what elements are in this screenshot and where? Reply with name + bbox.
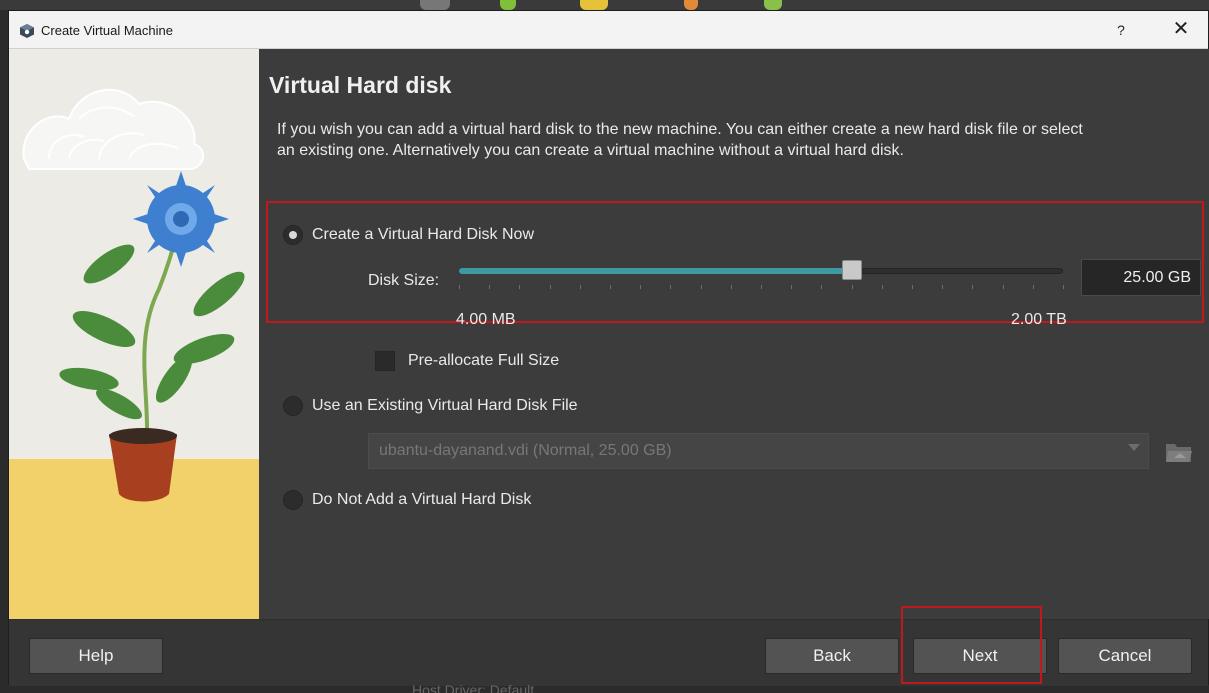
disk-size-label: Disk Size:: [368, 272, 440, 289]
page-description: If you wish you can add a virtual hard d…: [277, 121, 1083, 159]
disk-size-input[interactable]: 25.00 GB: [1081, 259, 1201, 296]
chevron-down-icon: [1128, 444, 1140, 451]
cancel-button[interactable]: Cancel: [1058, 638, 1192, 674]
slider-tick: [791, 285, 792, 289]
slider-tick: [459, 285, 460, 289]
slider-tick: [610, 285, 611, 289]
slider-tick: [972, 285, 973, 289]
slider-tick: [761, 285, 762, 289]
wizard-illustration: [9, 49, 259, 619]
slider-tick: [489, 285, 490, 289]
page-title: Virtual Hard disk: [269, 72, 452, 98]
slider-tick: [640, 285, 641, 289]
radio-no-disk[interactable]: [283, 490, 303, 510]
radio-use-existing-disk[interactable]: [283, 396, 303, 416]
slider-tick: [942, 285, 943, 289]
virtualbox-icon: [20, 24, 34, 38]
label-create-disk-now[interactable]: Create a Virtual Hard Disk Now: [312, 226, 534, 244]
slider-tick: [519, 285, 520, 289]
slider-tick: [550, 285, 551, 289]
slider-tick: [580, 285, 581, 289]
disk-size-min-label: 4.00 MB: [456, 311, 516, 328]
label-no-disk[interactable]: Do Not Add a Virtual Hard Disk: [312, 491, 531, 509]
disk-size-slider[interactable]: [459, 257, 1064, 297]
preallocate-label[interactable]: Pre-allocate Full Size: [408, 352, 559, 370]
slider-tick: [912, 285, 913, 289]
wizard-content: Virtual Hard disk If you wish you can ad…: [259, 49, 1209, 619]
slider-tick: [882, 285, 883, 289]
existing-disk-select-value: ubantu-dayanand.vdi (Normal, 25.00 GB): [379, 442, 672, 459]
slider-tick: [1033, 285, 1034, 289]
slider-tick: [731, 285, 732, 289]
slider-tick: [852, 285, 853, 289]
preallocate-checkbox[interactable]: [375, 351, 395, 371]
back-button[interactable]: Back: [765, 638, 899, 674]
background-window-text: Host Driver: Default: [412, 682, 535, 693]
disk-size-max-label: 2.00 TB: [1011, 311, 1067, 328]
context-help-button[interactable]: ?: [1101, 17, 1141, 43]
desktop-background-strip: [0, 0, 1209, 10]
slider-fill: [459, 268, 852, 274]
folder-open-icon[interactable]: [1164, 437, 1194, 465]
close-button[interactable]: ✕: [1161, 17, 1201, 43]
window-title: Create Virtual Machine: [41, 23, 173, 38]
highlight-box-next: [901, 606, 1042, 684]
help-button[interactable]: Help: [29, 638, 163, 674]
title-bar: Create Virtual Machine ? ✕: [9, 11, 1208, 49]
label-use-existing-disk[interactable]: Use an Existing Virtual Hard Disk File: [312, 397, 578, 415]
create-vm-dialog: Create Virtual Machine ? ✕ Virtual Hard …: [8, 10, 1209, 686]
slider-tick: [701, 285, 702, 289]
slider-tick: [1063, 285, 1064, 289]
radio-create-disk-now[interactable]: [283, 225, 303, 245]
slider-tick: [1003, 285, 1004, 289]
slider-tick: [670, 285, 671, 289]
existing-disk-select[interactable]: ubantu-dayanand.vdi (Normal, 25.00 GB): [368, 433, 1149, 469]
slider-tick: [821, 285, 822, 289]
slider-handle[interactable]: [842, 260, 862, 280]
